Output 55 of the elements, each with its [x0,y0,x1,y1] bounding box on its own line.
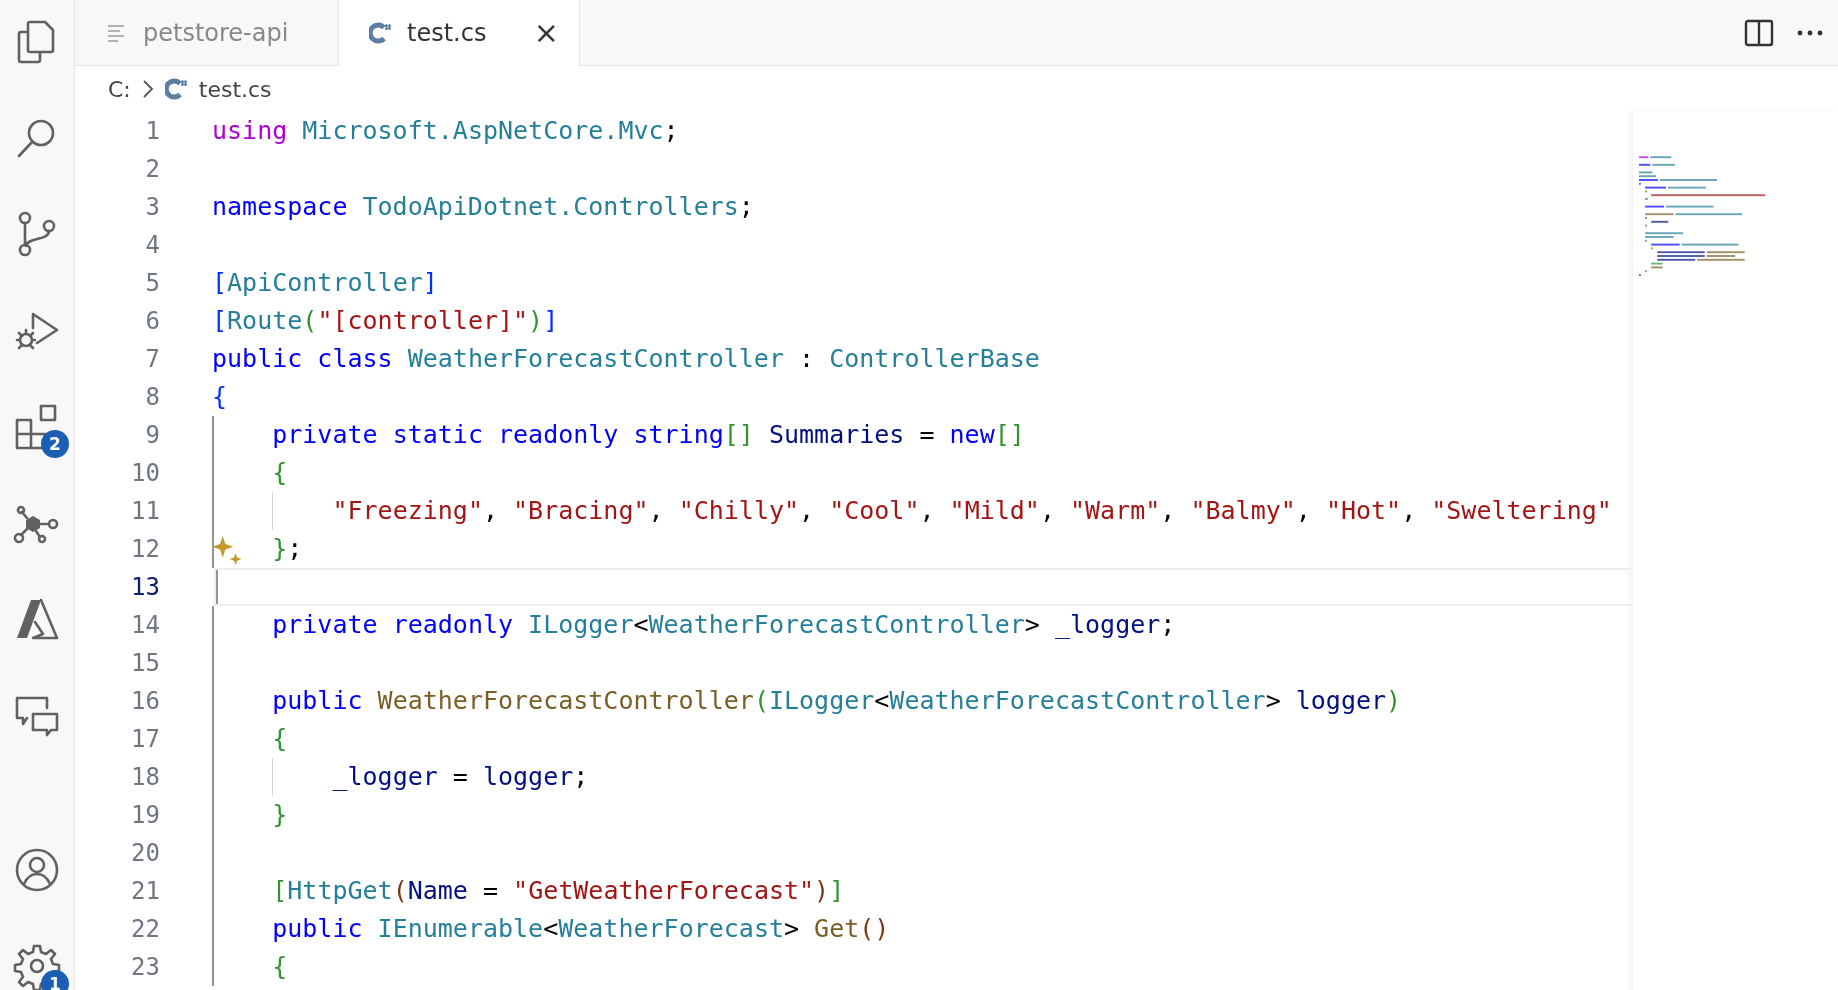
code-line: using Microsoft.AspNetCore.Mvc; [212,116,679,145]
code-line: "Freezing", "Bracing", "Chilly", "Cool", "Mild", "Warm", "Balmy", "Hot", "Sweltering" [332,496,1612,525]
line-number: 16 [130,687,160,715]
code-line: private static readonly string[] Summaries = new[] [272,420,1025,449]
line-number: 8 [144,383,160,411]
line-number: 19 [130,801,160,829]
line-number: 4 [144,231,160,259]
account-icon [13,846,61,894]
code-line: { [272,724,288,753]
code-line: public WeatherForecastController(ILogger<WeatherForecastController> logger) [272,686,1402,715]
code-line: [ApiController] [212,268,438,297]
line-number: 18 [130,763,160,791]
account-button[interactable] [13,846,61,894]
line-number: 5 [144,269,160,297]
code-line: { [272,952,288,981]
line-number: 10 [130,459,160,487]
count-badge: 1 [41,970,69,990]
close-button[interactable]: × [533,18,559,48]
code-line: _logger = logger; [332,762,589,791]
line-number: 12 [130,535,160,563]
code-line: { [272,458,288,487]
line-number: 6 [144,307,160,335]
code-line: { [212,382,228,411]
code-line: namespace TodoApiDotnet.Controllers; [212,192,754,221]
line-number: 11 [130,497,160,525]
csharp-file-icon [369,21,393,45]
line-number: 7 [144,345,160,373]
breadcrumb-item[interactable]: C: [108,76,131,102]
editor-tab[interactable]: test.cs × [339,0,580,66]
count-badge: 2 [41,430,69,458]
code-line: private readonly ILogger<WeatherForecastController> _logger; [272,610,1176,639]
line-number: 9 [144,421,160,449]
code-line: [Route("[controller]")] [212,306,559,335]
code-line: }; [272,534,303,563]
line-number: 21 [130,877,160,905]
code-line: public class WeatherForecastController : ControllerBase [212,344,1040,373]
split-editor-icon[interactable] [1744,18,1774,47]
breadcrumb-item[interactable]: test.cs [198,76,272,102]
sparkle-icon[interactable] [212,535,242,565]
line-number: 3 [144,193,160,221]
csharp-file-icon [164,77,189,101]
line-number: 14 [130,611,160,639]
line-number: 20 [130,839,160,867]
line-number: 2 [144,155,160,183]
more-actions-icon[interactable] [1796,28,1824,37]
line-number: 1 [144,117,160,145]
line-number: 13 [130,573,160,601]
code-line: public IEnumerable<WeatherForecast> Get() [272,914,890,943]
line-number: 17 [130,725,160,753]
code-line: } [272,800,288,829]
line-number: 15 [130,649,160,677]
code-line: [HttpGet(Name = "GetWeatherForecast")] [272,876,845,905]
chevron-icon [140,79,155,99]
line-number: 23 [130,953,160,981]
line-number: 22 [130,915,160,943]
